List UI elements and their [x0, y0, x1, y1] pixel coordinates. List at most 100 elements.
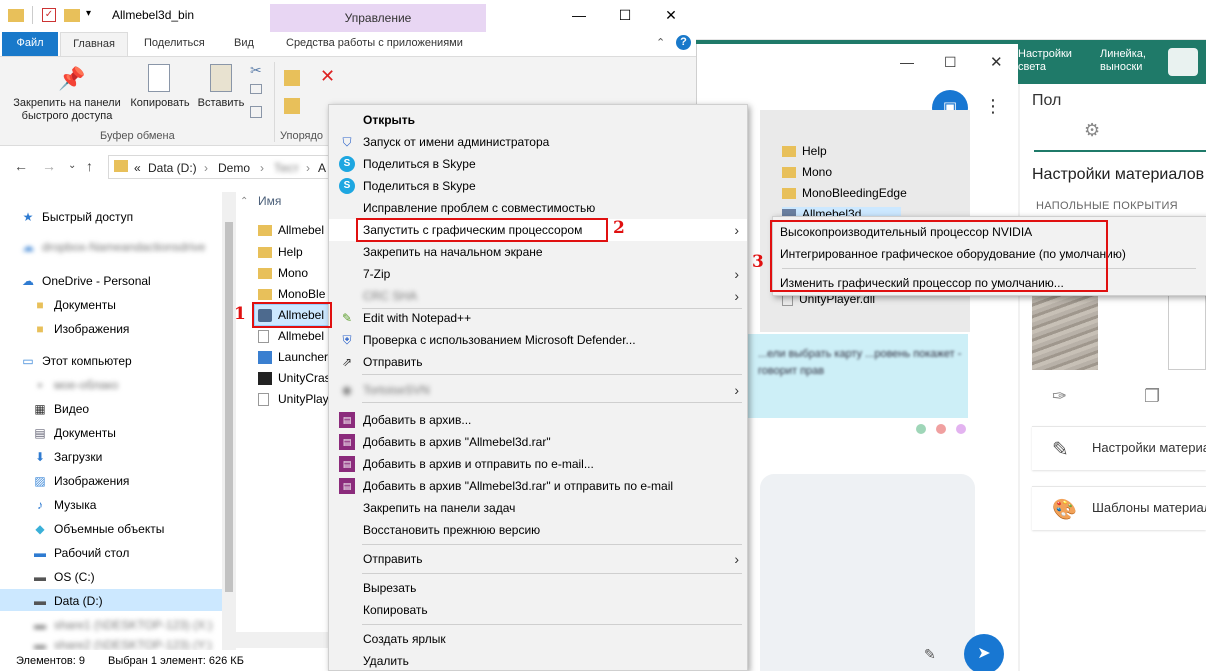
tab-file[interactable]: Файл [2, 32, 58, 56]
maximize-icon[interactable]: ☐ [944, 54, 957, 71]
menu-item-archive-email[interactable]: ▤ Добавить в архив и отправить по e-mail.… [329, 453, 747, 475]
copy-to-icon[interactable] [284, 98, 300, 114]
gear-icon[interactable]: ⚙ [1084, 120, 1100, 141]
paste-button[interactable]: Вставить [194, 97, 248, 110]
menu-item-delete[interactable]: Удалить [329, 650, 747, 671]
help-icon[interactable]: ? [676, 35, 691, 50]
nav-item-this-pc[interactable]: ▭ Этот компьютер [20, 350, 131, 372]
menu-item-archive-rar-email[interactable]: ▤ Добавить в архив "Allmebel3d.rar" и отп… [329, 475, 747, 497]
column-header-name[interactable]: Имя [258, 194, 281, 208]
menu-item-share-skype-2[interactable]: S Поделиться в Skype [329, 175, 747, 197]
delete-icon[interactable]: ✕ [320, 66, 335, 87]
menu-item-notepadpp[interactable]: ✎ Edit with Notepad++ [329, 307, 747, 329]
tab-home[interactable]: Главная [60, 32, 128, 56]
forward-icon[interactable]: → [42, 158, 56, 174]
file-row[interactable]: Allmebel [258, 220, 324, 240]
breadcrumb-current[interactable]: A [318, 161, 326, 175]
menu-item-defender-scan[interactable]: ⛨ Проверка с использованием Microsoft Def… [329, 329, 747, 351]
file-row[interactable]: MonoBle [258, 284, 325, 304]
nav-item-quick-access[interactable]: ★ Быстрый доступ [20, 206, 134, 228]
menu-item-copy[interactable]: Копировать [329, 599, 747, 621]
breadcrumb-data-d[interactable]: Data (D:) [148, 161, 197, 175]
move-to-icon[interactable] [284, 70, 300, 86]
nav-item-downloads[interactable]: ⬇ Загрузки [32, 446, 102, 468]
copy-path-icon[interactable] [250, 84, 262, 94]
tab-view[interactable]: Вид [224, 32, 264, 56]
properties-quick-icon[interactable]: ✓ [42, 8, 56, 22]
nav-item-onedrive[interactable]: ☁ OneDrive - Personal [20, 270, 151, 292]
menu-item-pin-taskbar[interactable]: Закрепить на панели задач [329, 497, 747, 519]
customize-toolbar-icon[interactable]: ▾ [86, 8, 91, 19]
menu-item-run-as-admin[interactable]: ⛉ Запуск от имени администратора [329, 131, 747, 153]
menu-item-open[interactable]: Открыть [329, 109, 747, 131]
minimize-icon[interactable]: — [900, 54, 914, 70]
nav-item-blurred[interactable]: ☁ dropbox-Nameandactionsdrive [20, 236, 205, 258]
edit-icon[interactable]: ✎ [924, 646, 936, 663]
menu-item-restore-version[interactable]: Восстановить прежнюю версию [329, 519, 747, 541]
send-icon[interactable]: ➤ [964, 634, 1004, 671]
file-row[interactable]: UnityCras [258, 368, 331, 388]
paste-shortcut-icon[interactable] [250, 106, 262, 118]
light-settings-button[interactable]: Настройки света [1018, 48, 1072, 74]
up-icon[interactable]: ↑ [86, 158, 93, 174]
menu-item-add-archive[interactable]: ▤ Добавить в архив... [329, 409, 747, 431]
nav-item-documents[interactable]: ■ Документы [32, 294, 115, 316]
menu-item-label: CRC SHA [363, 289, 418, 303]
menu-item-compat-troubleshoot[interactable]: Исправление проблем с совместимостью [329, 197, 747, 219]
copy-button[interactable]: Копировать [128, 97, 192, 110]
nav-item-desktop[interactable]: ▬ Рабочий стол [32, 542, 129, 564]
nav-scrollbar-thumb[interactable] [225, 222, 233, 592]
ruler-button[interactable]: Линейка, выноски [1100, 48, 1146, 74]
menu-item-pin-start[interactable]: Закрепить на начальном экране [329, 241, 747, 263]
nav-item-data-d[interactable]: ▬ Data (D:) [32, 590, 103, 612]
menu-item-send[interactable]: ⇗ Отправить [329, 351, 747, 373]
menu-item-cut[interactable]: Вырезать [329, 577, 747, 599]
file-name: UnityPlay [278, 392, 329, 406]
recent-locations-icon[interactable]: ⌄ [68, 160, 76, 171]
nav-item-os-c[interactable]: ▬ OS (C:) [32, 566, 95, 588]
nav-item-documents-pc[interactable]: ▤ Документы [32, 422, 116, 444]
file-row[interactable]: UnityPlay [258, 389, 329, 409]
nav-item-network-drive[interactable]: ▬ share1 (\\DESKTOP-123) (X:) [32, 614, 213, 636]
close-icon[interactable]: ✕ [990, 53, 1003, 71]
menu-item-7zip[interactable]: 7-Zip › [329, 263, 747, 285]
copy-icon[interactable]: ❐ [1144, 386, 1160, 407]
new-folder-quick-icon[interactable] [64, 9, 80, 22]
menu-item-tortoise[interactable]: ◉ TortoiseSVN › [329, 379, 747, 401]
breadcrumb-demo[interactable]: Demo [218, 161, 250, 175]
menu-item-create-shortcut[interactable]: Создать ярлык [329, 628, 747, 650]
nav-item-3d-objects[interactable]: ◆ Объемные объекты [32, 518, 164, 540]
collapse-ribbon-icon[interactable]: ⌃ [656, 36, 665, 49]
close-button[interactable]: ✕ [648, 4, 694, 28]
file-row[interactable]: Launcher [258, 347, 328, 367]
nav-item-music[interactable]: ♪ Музыка [32, 494, 96, 516]
file-row[interactable]: Allmebel [258, 326, 324, 346]
back-icon[interactable]: ← [14, 158, 28, 174]
eyedropper-icon[interactable]: ✑ [1052, 386, 1067, 407]
nav-item-images-pc[interactable]: ▨ Изображения [32, 470, 129, 492]
menu-item-send-to[interactable]: Отправить › [329, 548, 747, 570]
more-icon[interactable]: ⋮ [984, 96, 1002, 117]
minimize-button[interactable]: — [556, 4, 602, 28]
nav-item-video[interactable]: ▦ Видео [32, 398, 89, 420]
tab-share[interactable]: Поделиться [134, 32, 215, 56]
pin-quick-access-button[interactable]: Закрепить на панели быстрого доступа [6, 97, 128, 123]
nav-item-images[interactable]: ■ Изображения [32, 318, 129, 340]
breadcrumb-blurred[interactable]: Тест [274, 161, 299, 175]
maximize-button[interactable]: ☐ [602, 4, 648, 28]
selected-info: Выбран 1 элемент: 626 КБ [108, 655, 244, 667]
folder-icon [258, 268, 272, 280]
chat-input-area[interactable] [760, 474, 975, 671]
material-settings-card[interactable]: ✎ Настройки материалов [1032, 426, 1206, 470]
file-row[interactable]: Mono [258, 263, 308, 283]
menu-item-share-skype[interactable]: S Поделиться в Skype [329, 153, 747, 175]
tab-app-tools[interactable]: Средства работы с приложениями [276, 32, 473, 56]
menu-item-add-archive-rar[interactable]: ▤ Добавить в архив "Allmebel3d.rar" [329, 431, 747, 453]
cut-icon[interactable]: ✂ [250, 62, 262, 79]
nav-item-blurred-drive[interactable]: ▪ мое-облако [32, 374, 118, 396]
material-templates-card[interactable]: 🎨 Шаблоны материалов [1032, 486, 1206, 530]
menu-item-label: Edit with Notepad++ [363, 311, 472, 325]
file-row[interactable]: Help [258, 242, 303, 262]
breadcrumb-chevron[interactable]: « [134, 161, 141, 175]
menu-item-crc-sha[interactable]: CRC SHA › [329, 285, 747, 307]
